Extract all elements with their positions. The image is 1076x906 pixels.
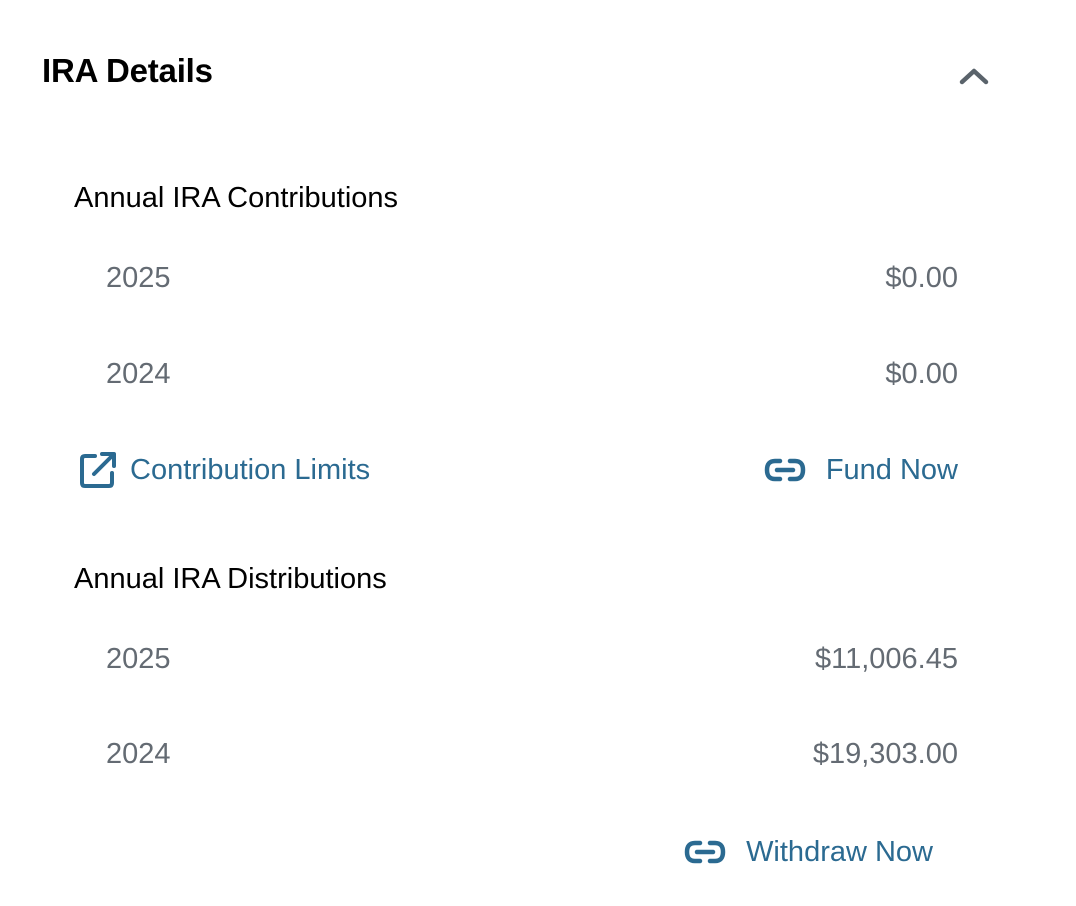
contribution-limits-link[interactable]: Contribution Limits: [78, 450, 370, 490]
chevron-up-icon: [959, 68, 989, 85]
link-icon: [764, 458, 806, 482]
contribution-limits-label: Contribution Limits: [130, 454, 371, 486]
fund-now-label: Fund Now: [825, 454, 958, 486]
withdraw-now-label: Withdraw Now: [746, 836, 933, 868]
contribution-year: 2024: [106, 358, 171, 390]
distribution-year: 2024: [106, 738, 171, 770]
collapse-button[interactable]: [950, 56, 998, 96]
distribution-year: 2025: [106, 643, 171, 675]
distribution-amount: $11,006.45: [815, 643, 958, 675]
contribution-year: 2025: [106, 262, 171, 294]
distributions-section-title: Annual IRA Distributions: [74, 563, 387, 595]
panel-title: IRA Details: [42, 52, 213, 89]
contribution-amount: $0.00: [885, 262, 958, 294]
link-icon: [684, 840, 726, 864]
distribution-amount: $19,303.00: [812, 738, 958, 770]
withdraw-now-link[interactable]: Withdraw Now: [684, 834, 933, 870]
contributions-section-title: Annual IRA Contributions: [74, 182, 399, 214]
fund-now-link[interactable]: Fund Now: [764, 452, 958, 488]
contribution-amount: $0.00: [885, 358, 958, 390]
external-link-icon: [78, 450, 118, 490]
